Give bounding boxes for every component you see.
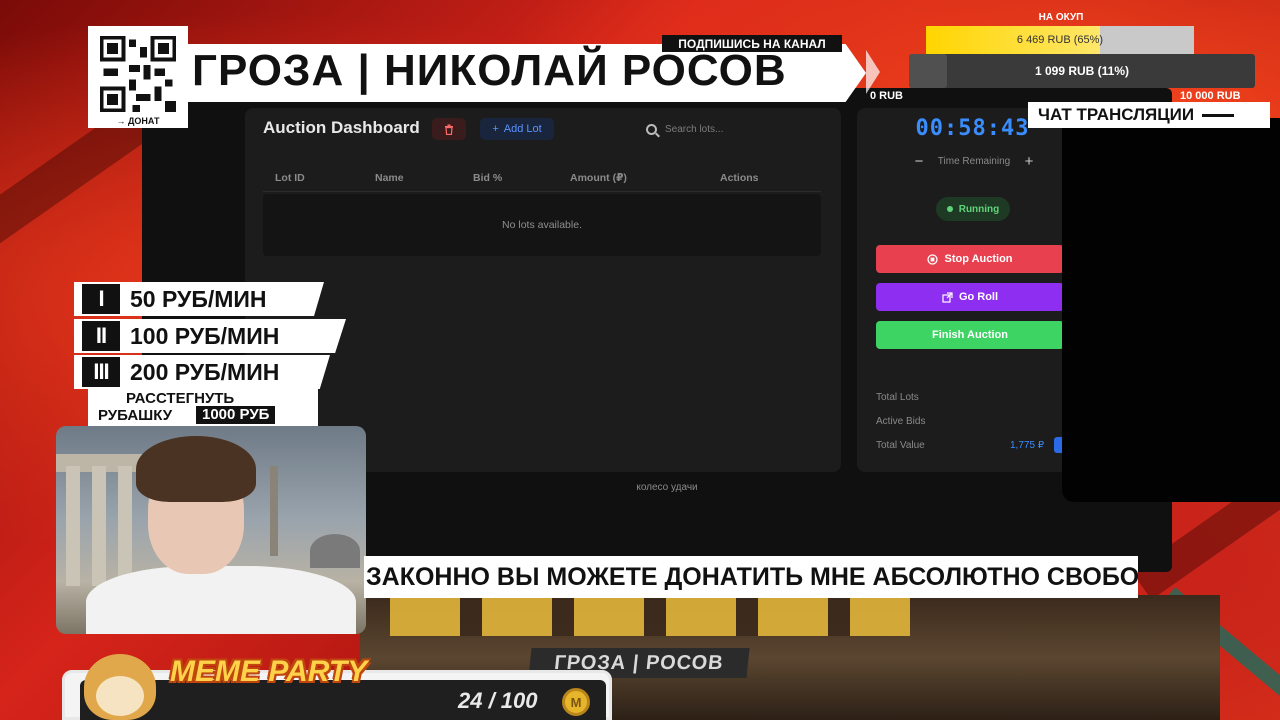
chat-label-text: ЧАТ ТРАНСЛЯЦИИ <box>1038 105 1195 124</box>
banner-arrow-decoration <box>866 50 880 94</box>
column-name: Name <box>375 172 404 184</box>
total-value-label: Total Value <box>876 440 925 451</box>
price-tier-badge: II <box>82 321 120 351</box>
goal-title: НА ОКУП <box>1038 12 1084 23</box>
column-illustration <box>118 466 132 586</box>
goal-progress-text: 6 469 RUB (65%) <box>1016 34 1104 46</box>
webcam-feed <box>56 426 366 634</box>
chat-window <box>1062 118 1280 502</box>
finish-auction-button[interactable]: Finish Auction <box>876 321 1064 349</box>
qr-code-icon <box>100 36 176 112</box>
donate-label: → ДОНАТ <box>116 116 160 126</box>
column-bid-percent: Bid % <box>473 172 503 184</box>
stop-auction-label: Stop Auction <box>944 253 1013 265</box>
price-text: 50 РУБ/МИН <box>130 285 267 312</box>
total-lots-label: Total Lots <box>876 392 919 403</box>
search-icon <box>646 123 657 135</box>
countdown-timer: 00:58:43 <box>915 116 1030 141</box>
streamer-hair <box>136 436 256 502</box>
total-value-amount: 1,775 ₽ <box>1010 440 1045 451</box>
shirt-offer-price: 1000 РУБ <box>196 406 276 424</box>
coin-icon: M <box>562 688 590 716</box>
column-illustration <box>92 466 106 586</box>
subscribe-badge: ПОДПИШИСЬ НА КАНАЛ <box>662 35 842 52</box>
column-illustration <box>66 466 80 586</box>
stream-title: ГРОЗА | НИКОЛАЙ РОСОВ <box>192 46 787 95</box>
price-text: 200 РУБ/МИН <box>130 358 280 385</box>
decrease-time-button[interactable]: − <box>912 153 926 170</box>
column-actions: Actions <box>720 172 759 184</box>
doge-face-icon <box>96 676 144 716</box>
goal-secondary-text: 1 099 RUB (11%) <box>1034 64 1130 78</box>
price-item: II 100 РУБ/МИН <box>74 319 346 353</box>
gold-banner-art <box>390 596 910 636</box>
add-lot-button[interactable]: + Add Lot <box>480 118 554 140</box>
active-bids-label: Active Bids <box>876 416 926 427</box>
chat-label: ЧАТ ТРАНСЛЯЦИИ <box>1028 102 1270 128</box>
goal-max-label: 10 000 RUB <box>1180 90 1241 102</box>
add-lot-label: Add Lot <box>503 123 542 135</box>
increase-time-button[interactable]: + <box>1022 153 1036 170</box>
price-tier-badge: I <box>82 284 120 314</box>
search-input[interactable] <box>665 123 815 135</box>
meme-party-count: 24 / 100 <box>458 688 538 713</box>
price-item: III 200 РУБ/МИН <box>74 355 330 389</box>
time-adjuster: − Time Remaining + <box>912 152 1036 170</box>
shirt-offer-line1: РАССТЕГНУТЬ <box>126 390 235 407</box>
go-roll-button[interactable]: Go Roll <box>876 283 1064 311</box>
meme-party-title: MEME PARTY <box>170 655 368 688</box>
delete-button[interactable] <box>432 118 466 140</box>
dash-decoration <box>1202 113 1235 117</box>
status-dot-icon <box>946 206 953 212</box>
empty-table-message: No lots available. <box>263 194 821 256</box>
donate-qr-code[interactable]: → ДОНАТ <box>88 26 188 128</box>
auction-panel <box>245 108 841 472</box>
stop-auction-button[interactable]: Stop Auction <box>876 245 1064 273</box>
goal-progress-bar: 6 469 RUB (65%) <box>926 26 1194 54</box>
status-badge: Running <box>936 197 1010 221</box>
status-label: Running <box>958 203 1000 215</box>
stop-circle-icon <box>927 253 939 265</box>
live-subtitle: ЗАКОННО ВЫ МОЖЕТЕ ДОНАТИТЬ МНЕ АБСОЛЮТНО… <box>364 556 1138 598</box>
search-bar <box>646 118 826 140</box>
goal-secondary-bar: 1 099 RUB (11%) <box>909 54 1255 88</box>
plus-icon: + <box>492 123 499 135</box>
column-amount: Amount (₽) <box>570 172 627 184</box>
shirt-offer: РАССТЕГНУТЬ РУБАШКУ 1000 РУБ <box>88 388 318 428</box>
column-lot-id: Lot ID <box>275 172 305 184</box>
price-item: I 50 РУБ/МИН <box>74 282 324 316</box>
go-roll-label: Go Roll <box>958 291 999 303</box>
dome-illustration <box>310 534 360 568</box>
time-remaining-label: Time Remaining <box>937 155 1011 167</box>
external-link-icon <box>942 291 953 303</box>
shirt-offer-line2: РУБАШКУ <box>98 407 173 424</box>
finish-auction-label: Finish Auction <box>932 329 1008 341</box>
price-text: 100 РУБ/МИН <box>130 322 280 349</box>
spire-illustration <box>270 466 278 556</box>
table-header: Lot ID Name Bid % Amount (₽) Actions <box>263 164 821 192</box>
streamer-shirt <box>86 566 356 634</box>
trash-icon <box>445 124 453 135</box>
page-title: Auction Dashboard <box>263 118 420 137</box>
price-tier-badge: III <box>82 357 120 387</box>
footer-note: колесо удачи <box>636 482 698 493</box>
